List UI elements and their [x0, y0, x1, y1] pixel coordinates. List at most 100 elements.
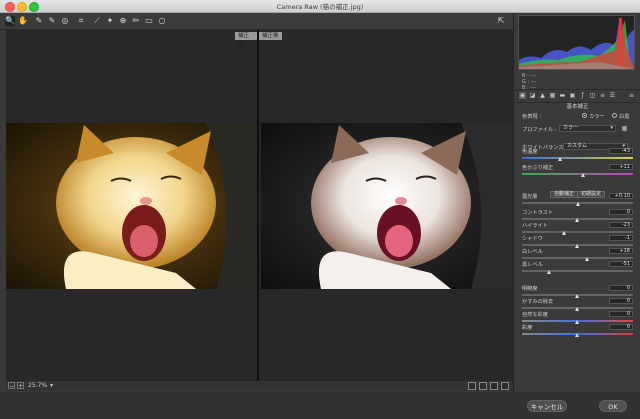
temperature-slider-thumb[interactable]: [558, 157, 563, 161]
zoom-in-button[interactable]: +: [17, 382, 24, 390]
panel-menu-icon[interactable]: ≡: [628, 92, 635, 99]
exposure-value-field[interactable]: +0.10: [609, 193, 633, 199]
radial-filter-tool-icon[interactable]: ○: [157, 16, 167, 26]
chevron-down-icon: ▾: [610, 125, 613, 131]
treatment-color-label: カラー: [589, 114, 605, 120]
highlights-slider-thumb[interactable]: [561, 231, 566, 235]
adjustment-panel: R : --- G : --- B : --- ◉ ◪ ▲ ▦ ▬ ▣ ƒ ◫ …: [513, 13, 640, 392]
tool-bar: ⇱ 🔍 ✋ ✎ ✎ ◎ ⌗ ⟋ ✦ ⊕ ✏ ▭ ○: [0, 13, 512, 30]
spot-removal-tool-icon[interactable]: ✦: [105, 16, 115, 26]
saturation-slider-thumb[interactable]: [575, 333, 579, 337]
swap-settings-icon[interactable]: [479, 382, 487, 390]
snapshots-tab-icon[interactable]: ☰: [609, 92, 616, 99]
graduated-filter-tool-icon[interactable]: ▭: [144, 16, 154, 26]
profile-label: プロファイル :: [522, 127, 557, 133]
before-label: 補正前: [235, 32, 257, 47]
crop-tool-icon[interactable]: ⌗: [76, 16, 86, 26]
blacks-value-field[interactable]: -51: [609, 261, 633, 267]
profile-value: カラー: [563, 125, 579, 131]
highlights-label: ハイライト: [522, 223, 548, 229]
saturation-label: 彩度: [522, 325, 533, 331]
open-preferences-icon[interactable]: ⇱: [496, 16, 506, 26]
panel-tab-bar: ◉ ◪ ▲ ▦ ▬ ▣ ƒ ◫ ≡ ☰ ≡: [514, 89, 640, 103]
whites-value-field[interactable]: +18: [609, 248, 633, 254]
cancel-button[interactable]: キャンセル: [527, 400, 567, 412]
exposure-slider-thumb[interactable]: [576, 202, 581, 206]
tone-curve-tab-icon[interactable]: ◪: [529, 92, 536, 99]
blacks-slider-track[interactable]: [522, 270, 633, 272]
blacks-slider-thumb[interactable]: [547, 270, 552, 274]
vibrance-value-field[interactable]: 0: [609, 311, 633, 317]
toggle-settings-icon[interactable]: [501, 382, 509, 390]
exposure-label: 露光量: [522, 194, 538, 200]
split-toning-tab-icon[interactable]: ▬: [559, 92, 566, 99]
profile-dropdown[interactable]: カラー ▾: [559, 125, 616, 132]
auto-button[interactable]: 自動補正: [550, 191, 579, 198]
lens-corrections-tab-icon[interactable]: ▣: [569, 92, 576, 99]
profile-browser-icon[interactable]: ▦: [621, 125, 628, 132]
straighten-tool-icon[interactable]: ⟋: [92, 16, 102, 26]
presets-tab-icon[interactable]: ≡: [599, 92, 606, 99]
white-balance-value: カスタム: [567, 143, 588, 149]
before-after-view-icon[interactable]: [468, 382, 476, 390]
targeted-adjustment-tool-icon[interactable]: ◎: [60, 16, 70, 26]
default-button[interactable]: 初期設定: [577, 191, 606, 198]
after-label: 補正後: [259, 32, 282, 40]
histogram: [518, 15, 635, 70]
red-eye-tool-icon[interactable]: ⊕: [118, 16, 128, 26]
before-photo: [6, 123, 257, 289]
hand-tool-icon[interactable]: ✋: [18, 16, 28, 26]
calibration-tab-icon[interactable]: ◫: [589, 92, 596, 99]
ok-button[interactable]: OK: [599, 400, 627, 412]
detail-tab-icon[interactable]: ▲: [539, 92, 546, 99]
whites-slider-thumb[interactable]: [584, 257, 589, 261]
after-photo: [261, 123, 512, 289]
zoom-out-button[interactable]: −: [8, 382, 15, 390]
zoom-level[interactable]: 25.7%: [28, 382, 47, 389]
temperature-label: 色温度: [522, 149, 538, 155]
section-title: 基本補正: [566, 104, 589, 110]
window-titlebar: Camera Raw (猫の補正.jpg): [0, 0, 640, 13]
tint-slider-track[interactable]: [522, 173, 633, 175]
whites-slider-track[interactable]: [522, 257, 633, 259]
dehaze-label: かすみの除去: [522, 299, 554, 305]
contrast-label: コントラスト: [522, 210, 554, 216]
zoom-dropdown-icon[interactable]: ▾: [48, 382, 55, 389]
tint-slider-thumb[interactable]: [580, 173, 585, 177]
dehaze-value-field[interactable]: 0: [609, 298, 633, 304]
whites-label: 白レベル: [522, 249, 543, 255]
vibrance-label: 自然な彩度: [522, 312, 548, 318]
highlights-slider-track[interactable]: [522, 231, 633, 233]
effects-tab-icon[interactable]: ƒ: [579, 92, 586, 99]
temperature-slider-track[interactable]: [522, 157, 633, 159]
color-sampler-tool-icon[interactable]: ✎: [47, 16, 57, 26]
shadows-label: シャドウ: [522, 236, 543, 242]
saturation-value-field[interactable]: 0: [609, 324, 633, 330]
white-balance-tool-icon[interactable]: ✎: [34, 16, 44, 26]
blacks-label: 黒レベル: [522, 262, 543, 268]
contrast-slider-thumb[interactable]: [575, 218, 579, 222]
zoom-tool-icon[interactable]: 🔍: [5, 16, 15, 26]
copy-settings-icon[interactable]: [490, 382, 498, 390]
after-pane: 補正後: [259, 30, 513, 381]
highlights-value-field[interactable]: -23: [609, 222, 633, 228]
temperature-value-field[interactable]: -43: [609, 148, 633, 154]
vibrance-slider-thumb[interactable]: [575, 320, 579, 324]
treatment-bw-radio[interactable]: [612, 113, 617, 118]
dehaze-slider-thumb[interactable]: [575, 307, 579, 311]
hsl-tab-icon[interactable]: ▦: [549, 92, 556, 99]
contrast-value-field[interactable]: 0: [609, 209, 633, 215]
treatment-color-radio[interactable]: [582, 113, 587, 118]
texture-value-field[interactable]: 0: [609, 285, 633, 291]
image-preview-area: 補正前 補正後: [6, 30, 513, 381]
texture-slider-thumb[interactable]: [575, 294, 579, 298]
treatment-label: 色表現 :: [522, 114, 541, 120]
tint-value-field[interactable]: +11: [609, 164, 633, 170]
adjustment-brush-tool-icon[interactable]: ✏: [131, 16, 141, 26]
window-title: Camera Raw (猫の補正.jpg): [276, 3, 364, 11]
shadows-slider-thumb[interactable]: [575, 244, 579, 248]
zoom-status-bar: − + 25.7% ▾: [6, 381, 513, 391]
dialog-footer: キャンセル OK: [0, 392, 640, 419]
shadows-value-field[interactable]: -1: [609, 235, 633, 241]
basic-panel-tab-icon[interactable]: ◉: [519, 92, 526, 99]
